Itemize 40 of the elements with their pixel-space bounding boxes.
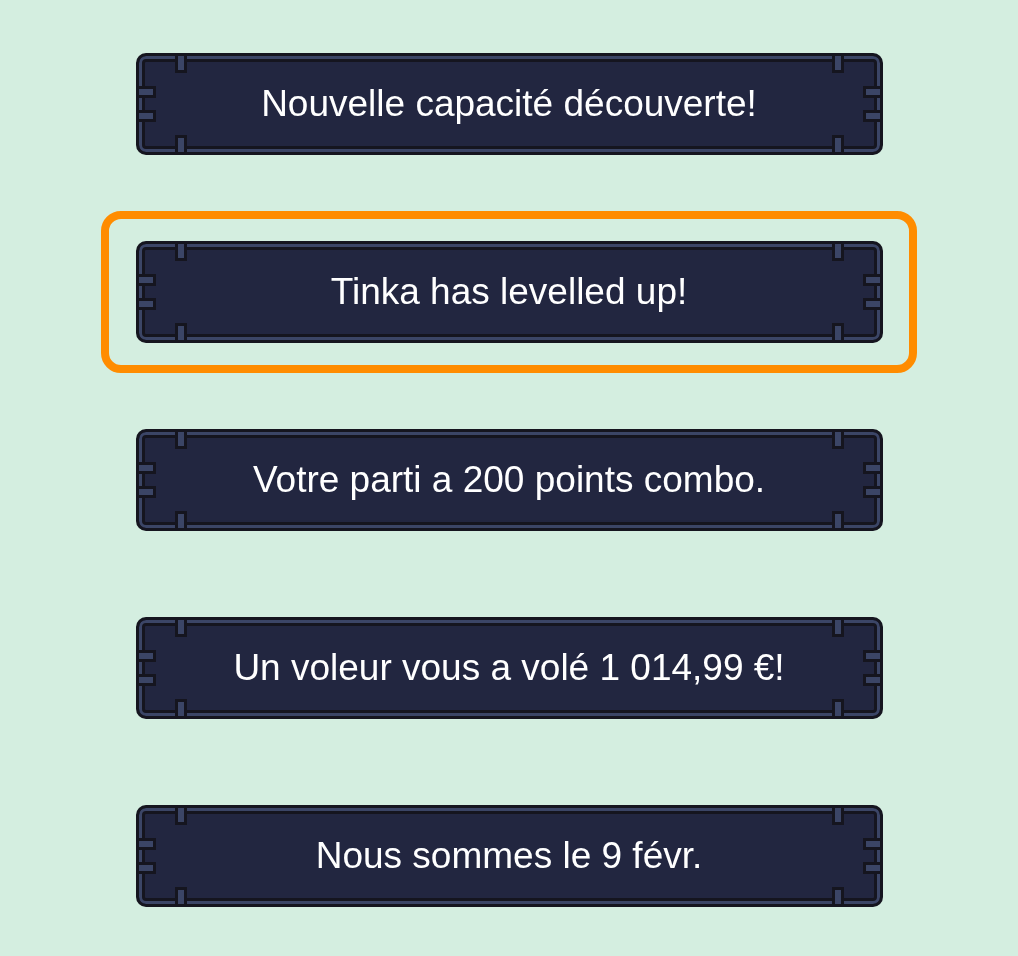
frame-clip-icon — [862, 462, 883, 474]
frame-clip-icon — [831, 699, 844, 719]
banner[interactable]: Nous sommes le 9 févr. — [135, 805, 883, 907]
frame-clip-icon — [174, 887, 187, 907]
frame-clip-icon — [862, 86, 883, 98]
frame-clip-icon — [831, 135, 844, 155]
frame-clip-icon — [862, 274, 883, 286]
banner-text: Un voleur vous a volé 1 014,99 €! — [233, 646, 785, 691]
banner-text: Votre parti a 200 points combo. — [252, 458, 766, 503]
frame-clip-icon — [862, 838, 883, 850]
frame-clip-icon — [862, 298, 883, 310]
frame-clip-icon — [862, 674, 883, 686]
frame-clip-icon — [831, 617, 844, 637]
banner-text: Nouvelle capacité découverte! — [261, 82, 757, 127]
banner[interactable]: Un voleur vous a volé 1 014,99 €! — [135, 617, 883, 719]
frame-clip-icon — [862, 862, 883, 874]
banner[interactable]: Nouvelle capacité découverte! — [135, 53, 883, 155]
banner-text: Nous sommes le 9 févr. — [315, 834, 703, 879]
banner-text: Tinka has levelled up! — [330, 270, 688, 315]
frame-clip-icon — [831, 241, 844, 261]
frame-clip-icon — [174, 429, 187, 449]
frame-clip-icon — [831, 323, 844, 343]
banner[interactable]: Tinka has levelled up! — [135, 241, 883, 343]
frame-clip-icon — [174, 511, 187, 531]
frame-clip-icon — [174, 805, 187, 825]
frame-clip-icon — [831, 887, 844, 907]
frame-clip-icon — [174, 617, 187, 637]
frame-clip-icon — [831, 805, 844, 825]
frame-clip-icon — [831, 511, 844, 531]
frame-clip-icon — [174, 135, 187, 155]
frame-clip-icon — [862, 110, 883, 122]
frame-clip-icon — [174, 241, 187, 261]
frame-clip-icon — [862, 486, 883, 498]
frame-clip-icon — [831, 53, 844, 73]
frame-clip-icon — [831, 429, 844, 449]
frame-clip-icon — [174, 323, 187, 343]
frame-clip-icon — [862, 650, 883, 662]
frame-clip-icon — [174, 53, 187, 73]
banner[interactable]: Votre parti a 200 points combo. — [135, 429, 883, 531]
frame-clip-icon — [174, 699, 187, 719]
